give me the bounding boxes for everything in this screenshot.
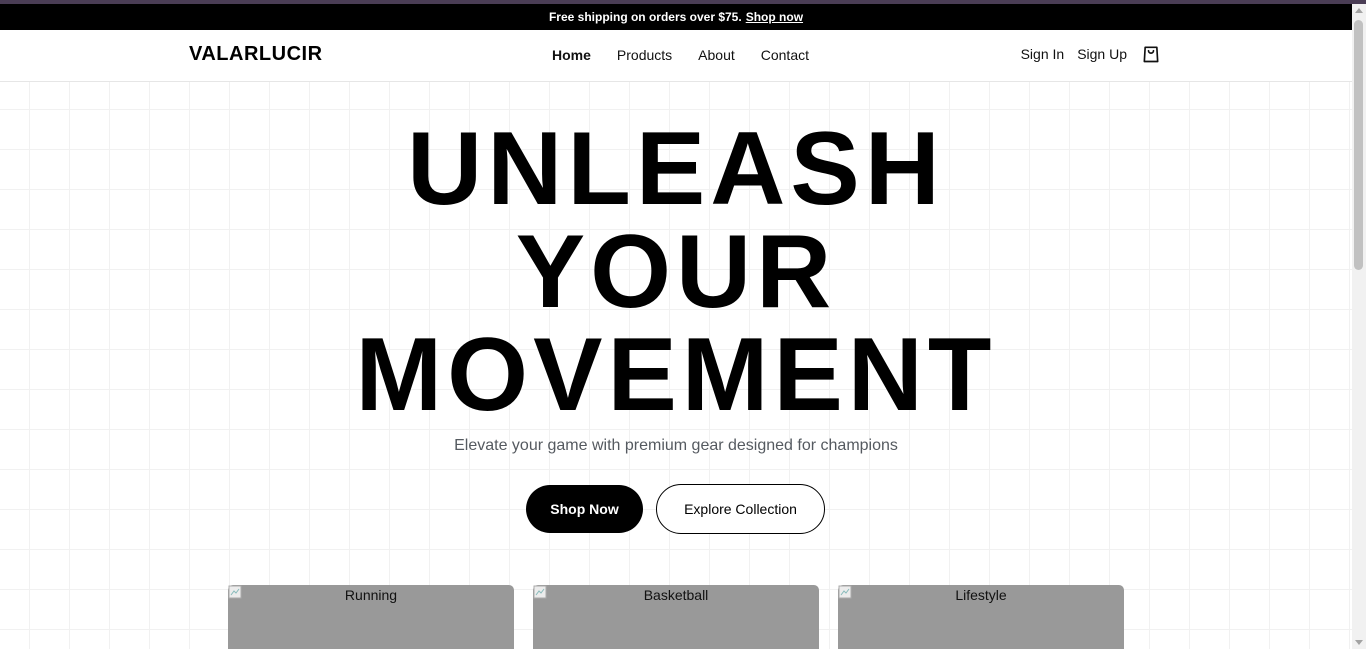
account-actions: Sign In Sign Up: [1008, 44, 1161, 64]
shop-now-button[interactable]: Shop Now: [526, 485, 643, 533]
announcement-bar: Free shipping on orders over $75. Shop n…: [0, 4, 1352, 30]
scrollbar-thumb[interactable]: [1354, 20, 1363, 270]
category-label: Lifestyle: [955, 587, 1007, 603]
sign-up-link[interactable]: Sign Up: [1077, 46, 1127, 62]
shop-now-link[interactable]: Shop now: [746, 10, 803, 24]
headline-line-2: YOUR: [515, 214, 837, 330]
hero-subtitle: Elevate your game with premium gear desi…: [454, 437, 898, 454]
category-card-basketball[interactable]: Basketball: [533, 585, 819, 649]
nav-products-link[interactable]: Products: [617, 47, 672, 63]
explore-collection-button[interactable]: Explore Collection: [656, 484, 825, 534]
category-label: Basketball: [643, 587, 709, 603]
headline-line-1: UNLEASH: [407, 111, 945, 227]
brand-logo[interactable]: VALARLUCIR: [189, 43, 323, 66]
category-label: Running: [344, 587, 398, 603]
hero-headline: UNLEASH YOUR MOVEMENT: [0, 117, 1352, 427]
nav-home-link[interactable]: Home: [552, 47, 591, 63]
page-scrollbar[interactable]: [1352, 4, 1366, 649]
category-card-lifestyle[interactable]: Lifestyle: [838, 585, 1124, 649]
headline-line-3: MOVEMENT: [355, 317, 997, 433]
site-header: VALARLUCIR Home Products About Contact S…: [0, 30, 1352, 82]
nav-contact-link[interactable]: Contact: [761, 47, 809, 63]
scroll-down-arrow-icon[interactable]: [1355, 640, 1363, 645]
scroll-up-arrow-icon[interactable]: [1355, 8, 1363, 13]
announcement-text: Free shipping on orders over $75.: [548, 10, 742, 24]
nav-about-link[interactable]: About: [698, 47, 735, 63]
sign-in-link[interactable]: Sign In: [1021, 46, 1065, 62]
main-nav: Home Products About Contact: [552, 47, 835, 63]
shopping-bag-icon[interactable]: [1141, 44, 1161, 64]
category-card-running[interactable]: Running: [228, 585, 514, 649]
